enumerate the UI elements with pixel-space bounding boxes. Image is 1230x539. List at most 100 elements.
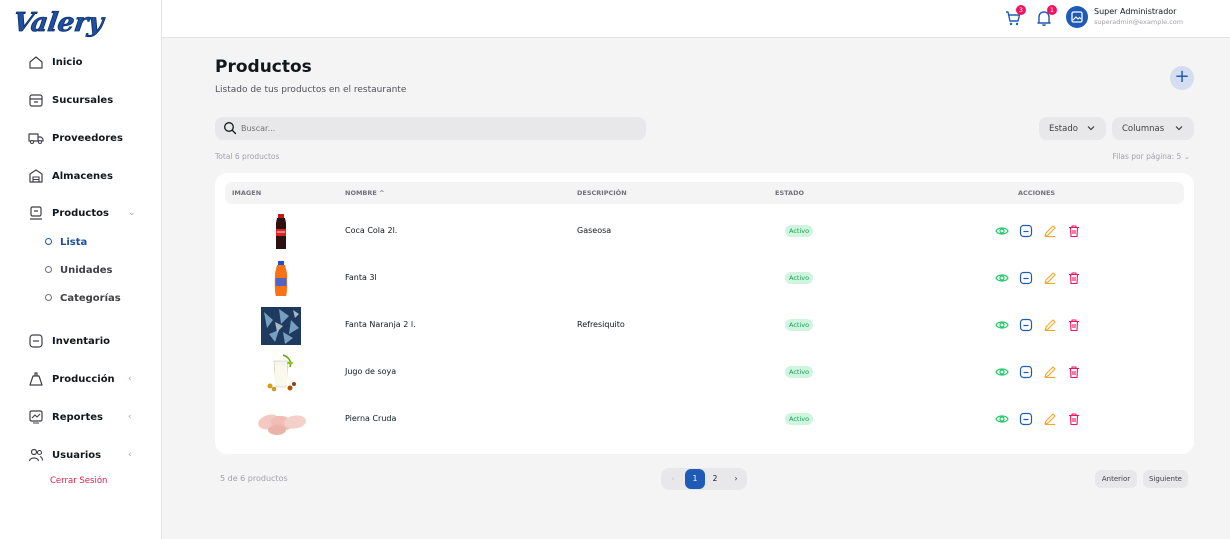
- sort-asc-icon: ^: [379, 189, 385, 197]
- user-name: Super Administrador: [1094, 7, 1177, 16]
- previous-page-button[interactable]: Anterior: [1095, 470, 1137, 488]
- chevron-left-icon: ‹: [671, 474, 675, 483]
- reports-icon: [29, 410, 43, 424]
- cart-button[interactable]: 3: [1004, 5, 1026, 27]
- pagination-page-1[interactable]: 1: [685, 469, 705, 489]
- column-header-imagen: IMAGEN: [232, 189, 262, 197]
- next-page-button[interactable]: Siguiente: [1143, 470, 1188, 488]
- sidebar-item-inventario[interactable]: Inventario: [0, 327, 161, 355]
- sidebar-item-almacenes[interactable]: Almacenes: [0, 162, 161, 190]
- notifications-button[interactable]: 1: [1035, 5, 1057, 27]
- sidebar-item-label: Reportes: [52, 411, 103, 423]
- details-icon[interactable]: [1019, 271, 1033, 285]
- sidebar-item-reportes[interactable]: Reportes ‹: [0, 403, 161, 431]
- product-name: Fanta 3l: [345, 273, 377, 282]
- sidebar-subitem-label: Lista: [60, 236, 88, 248]
- sidebar-subitem-lista[interactable]: Lista: [0, 231, 161, 253]
- sidebar-subitem-categorias[interactable]: Categorías: [0, 287, 161, 309]
- details-icon[interactable]: [1019, 224, 1033, 238]
- inventory-icon: [29, 334, 43, 348]
- details-icon[interactable]: [1019, 412, 1033, 426]
- rows-per-page-select[interactable]: Filas por página: 5 ⌄: [1112, 152, 1190, 161]
- sidebar-item-usuarios[interactable]: Usuarios ‹: [0, 441, 161, 469]
- product-image-cola-bottle: [276, 214, 286, 249]
- sidebar-item-label: Sucursales: [52, 94, 114, 106]
- pagination-count: 5 de 6 productos: [220, 474, 288, 483]
- chevron-left-icon: ‹: [128, 450, 132, 460]
- sidebar-item-label: Usuarios: [52, 449, 102, 461]
- status-badge: Activo: [785, 413, 814, 425]
- delete-icon[interactable]: [1067, 271, 1081, 285]
- search-box: [215, 117, 646, 140]
- delete-icon[interactable]: [1067, 318, 1081, 332]
- sidebar-item-inicio[interactable]: Inicio: [0, 48, 161, 76]
- chevron-left-icon: ‹: [128, 374, 132, 384]
- image-icon: [1071, 11, 1083, 23]
- edit-icon[interactable]: [1043, 224, 1057, 238]
- table-row: Pierna Cruda Activo: [225, 396, 1184, 443]
- plus-icon: +: [1174, 66, 1190, 87]
- chevron-down-icon: ⌄: [1183, 152, 1190, 161]
- store-icon: [29, 94, 43, 107]
- column-header-nombre[interactable]: NOMBRE ^: [345, 189, 385, 197]
- status-badge: Activo: [785, 272, 814, 284]
- chevron-down-icon: ⌄: [128, 208, 136, 218]
- column-header-acciones: ACCIONES: [1018, 189, 1056, 197]
- product-image-orange-soda-bottle: [274, 261, 288, 296]
- logout-link[interactable]: Cerrar Sesión: [50, 476, 107, 486]
- sidebar-subitem-label: Categorías: [60, 292, 121, 304]
- view-icon[interactable]: [995, 318, 1009, 332]
- edit-icon[interactable]: [1043, 318, 1057, 332]
- sidebar-item-proveedores[interactable]: Proveedores: [0, 124, 161, 152]
- pagination-prev-arrow[interactable]: ‹: [664, 470, 682, 488]
- product-name: Pierna Cruda: [345, 414, 397, 423]
- pagination-next-arrow[interactable]: ›: [727, 470, 745, 488]
- add-product-button[interactable]: +: [1170, 66, 1194, 90]
- estado-filter-button[interactable]: Estado: [1039, 117, 1106, 140]
- details-icon[interactable]: [1019, 318, 1033, 332]
- product-description: Refresiquito: [577, 320, 625, 329]
- product-image-soy-milk-glass: [267, 354, 296, 392]
- sidebar-item-label: Inicio: [52, 56, 83, 68]
- sidebar-subitem-unidades[interactable]: Unidades: [0, 259, 161, 281]
- sidebar-item-label: Proveedores: [52, 132, 123, 144]
- sidebar-item-sucursales[interactable]: Sucursales: [0, 86, 161, 114]
- valery-logo[interactable]: Valery: [14, 4, 106, 38]
- table-row: Jugo de soya Activo: [225, 349, 1184, 396]
- sidebar-item-label: Productos: [52, 207, 109, 219]
- products-table: IMAGEN NOMBRE ^ DESCRIPCIÓN ESTADO ACCIO…: [215, 173, 1194, 454]
- delete-icon[interactable]: [1067, 224, 1081, 238]
- edit-icon[interactable]: [1043, 365, 1057, 379]
- circle-icon: [45, 266, 52, 273]
- edit-icon[interactable]: [1043, 271, 1057, 285]
- delete-icon[interactable]: [1067, 412, 1081, 426]
- view-icon[interactable]: [995, 271, 1009, 285]
- avatar[interactable]: [1066, 6, 1088, 28]
- product-description: Gaseosa: [577, 226, 612, 235]
- product-image-raw-chicken-legs: [258, 414, 306, 435]
- columnas-filter-button[interactable]: Columnas: [1112, 117, 1194, 140]
- status-badge: Activo: [785, 319, 814, 331]
- product-icon: [30, 206, 42, 220]
- edit-icon[interactable]: [1043, 412, 1057, 426]
- columnas-filter-label: Columnas: [1122, 123, 1165, 134]
- delete-icon[interactable]: [1067, 365, 1081, 379]
- view-icon[interactable]: [995, 224, 1009, 238]
- search-input[interactable]: [241, 120, 631, 137]
- sidebar-item-produccion[interactable]: Producción ‹: [0, 365, 161, 393]
- status-badge: Activo: [785, 225, 814, 237]
- circle-icon: [45, 238, 52, 245]
- cart-badge: 3: [1016, 5, 1026, 15]
- pagination-page-2[interactable]: 2: [706, 470, 724, 488]
- view-icon[interactable]: [995, 412, 1009, 426]
- chevron-down-icon: [1175, 126, 1183, 131]
- users-icon: [28, 448, 44, 462]
- production-icon: [29, 372, 43, 386]
- chevron-left-icon: ‹: [128, 412, 132, 422]
- details-icon[interactable]: [1019, 365, 1033, 379]
- table-row: Fanta 3l Activo: [225, 255, 1184, 302]
- page-title: Productos: [215, 57, 312, 77]
- view-icon[interactable]: [995, 365, 1009, 379]
- product-name: Fanta Naranja 2 l.: [345, 320, 416, 329]
- sidebar-item-productos[interactable]: Productos ⌄: [0, 199, 161, 227]
